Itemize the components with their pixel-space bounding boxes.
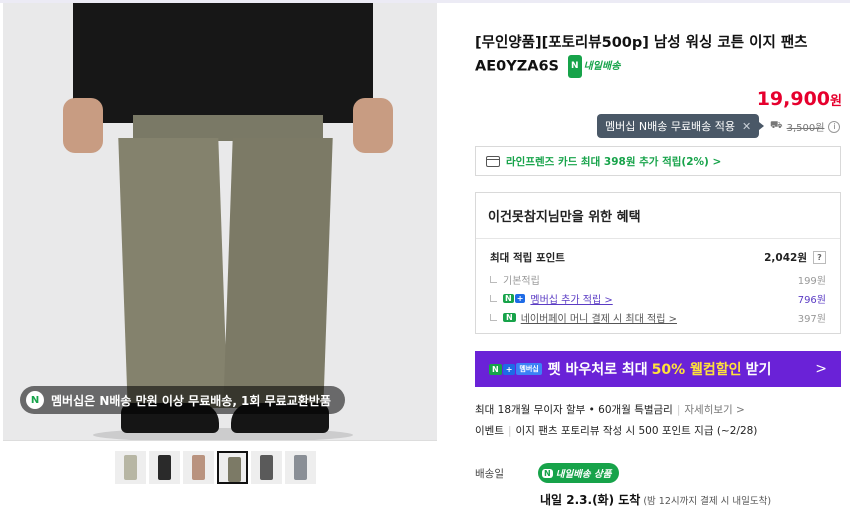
product-image[interactable]: N 멤버십은 N배송 만원 이상 무료배송, 1회 무료교환반품 [3, 3, 437, 440]
membership-points-row: N + 멤버십 추가 적립 > 796원 [490, 291, 826, 306]
shipping-fee-value: 3,500원 [786, 123, 825, 134]
npay-points-link[interactable]: 네이버페이 머니 결제 시 최대 적립 > [521, 310, 677, 325]
event-label: 이벤트 [475, 425, 504, 437]
promo-text-a: 펫 바우처로 최대 [547, 362, 648, 378]
hand-left [63, 98, 103, 153]
product-code: AE0YZA6S [475, 58, 559, 75]
help-icon[interactable]: ? [813, 251, 826, 264]
product-title-line1: [무인양품][포토리뷰500p] 남성 워싱 코튼 이지 팬츠 [475, 35, 808, 51]
price-unit: 원 [830, 94, 842, 109]
installment-text: 최대 18개월 무이자 할부 • 60개월 특별금리 [475, 404, 673, 416]
close-icon[interactable]: ✕ [742, 120, 751, 133]
naver-pay-icon: N [503, 313, 516, 322]
benefit-box: 이건못참지님만을 위한 혜택 최대 적립 포인트 2,042원 ? 기본적립 1… [475, 192, 841, 334]
hand-right [353, 98, 393, 153]
shipping-tooltip: 멤버십 N배송 무료배송 적용 ✕ [597, 114, 765, 138]
delivery-badge-label: 내일배송 상품 [555, 469, 612, 480]
naver-n-icon: N [26, 391, 44, 409]
pants-leg-left [118, 138, 228, 408]
delivery-date: 내일 2.3.(화) 도착 (밤 12시까지 결제 시 내일도착) [540, 491, 771, 508]
event-info: 이벤트 | 이지 팬츠 포토리뷰 작성 시 500 포인트 지급 (~2/28) [475, 425, 758, 437]
membership-points-link[interactable]: 멤버십 추가 적립 > [530, 291, 612, 306]
max-points-label: 최대 적립 포인트 [490, 252, 565, 264]
membership-tag: 멤버십 [516, 363, 542, 375]
n-delivery-icon: N [568, 55, 582, 78]
npay-points-row: N 네이버페이 머니 결제 시 최대 적립 > 397원 [490, 310, 826, 325]
basic-points-row: 기본적립 199원 [490, 272, 826, 287]
membership-points-value: 796원 [797, 295, 826, 306]
thumbnail-3[interactable] [183, 451, 214, 484]
npay-points-value: 397원 [797, 314, 826, 325]
pet-voucher-banner[interactable]: N + 멤버십 펫 바우처로 최대 50% 웰컴할인 받기 > [475, 351, 841, 387]
nextday-badge: N 내일배송 [568, 55, 620, 78]
plus-icon: + [514, 294, 526, 303]
thumbnail-strip [115, 451, 316, 484]
benefit-header: 이건못참지님만을 위한 혜택 [476, 193, 840, 239]
max-points-value: 2,042원 [764, 252, 807, 264]
tooltip-text: 멤버십 N배송 무료배송 적용 [605, 120, 736, 133]
tree-line [490, 295, 497, 302]
promo-highlight: 50% 웰컴할인 [651, 362, 742, 378]
info-icon[interactable]: i [828, 120, 841, 133]
promo-text-b: 받기 [745, 362, 772, 378]
chevron-right-icon: > [815, 361, 827, 377]
credit-card-icon [486, 155, 500, 167]
truck-icon: ⛟ [770, 120, 783, 131]
membership-banner: N 멤버십은 N배송 만원 이상 무료배송, 1회 무료교환반품 [20, 386, 345, 414]
delivery-label: 배송일 [475, 468, 504, 480]
shipping-fee: ⛟ 3,500원 i [770, 119, 841, 134]
basic-points-value: 199원 [797, 276, 826, 287]
n-membership-icon: N [503, 294, 514, 303]
card-promo-text: 라인프렌즈 카드 최대 398원 추가 적립(2%) > [506, 155, 722, 168]
event-text: 이지 팬츠 포토리뷰 작성 시 500 포인트 지급 (~2/28) [515, 425, 758, 437]
thumbnail-1[interactable] [115, 451, 146, 484]
thumbnail-6[interactable] [285, 451, 316, 484]
n-delivery-icon: N [542, 468, 553, 478]
installment-more-link[interactable]: 자세히보기 > [684, 404, 744, 416]
pants-leg-right [223, 138, 333, 408]
delivery-date-text: 내일 2.3.(화) 도착 [540, 493, 641, 507]
nextday-badge-label: 내일배송 [583, 61, 621, 72]
delivery-date-note: (밤 12시까지 결제 시 내일도착) [643, 496, 772, 507]
installment-info: 최대 18개월 무이자 할부 • 60개월 특별금리 | 자세히보기 > [475, 404, 745, 416]
basic-points-label: 기본적립 [503, 276, 540, 287]
sweater-shape [73, 3, 373, 123]
thumbnail-2[interactable] [149, 451, 180, 484]
n-icon: N [489, 363, 502, 375]
image-divider [3, 440, 437, 441]
tree-line [490, 276, 497, 283]
max-points-row: 최대 적립 포인트 2,042원 ? [490, 250, 826, 265]
card-promo-link[interactable]: 라인프렌즈 카드 최대 398원 추가 적립(2%) > [475, 146, 841, 176]
thumbnail-4-selected[interactable] [217, 451, 248, 484]
price-value: 19,900 [756, 88, 831, 110]
product-title: [무인양품][포토리뷰500p] 남성 워싱 코튼 이지 팬츠 AE0YZA6S… [475, 32, 845, 79]
plus-icon: + [502, 363, 516, 375]
nextday-delivery-badge: N 내일배송 상품 [538, 463, 620, 483]
tree-line [490, 314, 497, 321]
sale-price: 19,900원 [757, 88, 842, 110]
membership-banner-text: 멤버십은 N배송 만원 이상 무료배송, 1회 무료교환반품 [51, 393, 331, 408]
thumbnail-5[interactable] [251, 451, 282, 484]
